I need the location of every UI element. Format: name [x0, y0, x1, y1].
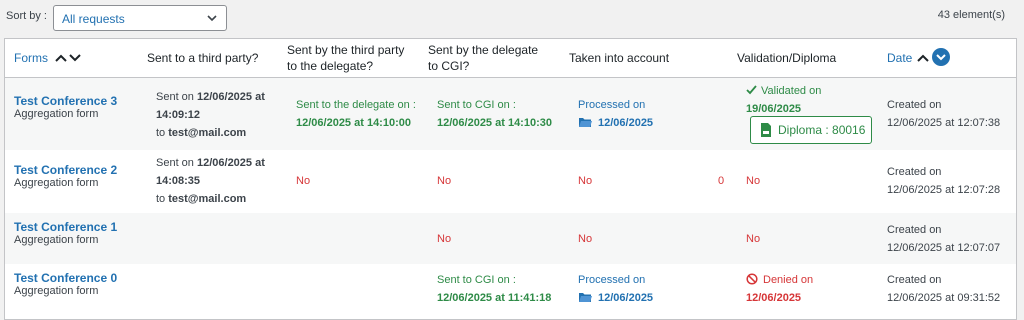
sent-to-delegate-status: No: [296, 175, 311, 187]
recipient-email: test@mail.com: [168, 127, 247, 139]
toolbar: Sort by : All requests 43 element(s): [0, 0, 1024, 36]
validated-date: 19/06/2025: [746, 103, 802, 115]
processed-info: Processed on 12/06/2025: [578, 96, 653, 132]
created-label: Created on: [887, 274, 942, 286]
table-row: Test Conference 3 Aggregation form Sent …: [5, 78, 1016, 150]
created-info: Created on 12/06/2025 at 09:31:52: [887, 271, 1000, 307]
diploma-label: Diploma : 80016: [778, 123, 866, 137]
third-party-info: Sent on 12/06/2025 at 14:08:35 to test@m…: [156, 154, 286, 208]
form-title-link[interactable]: Test Conference 3: [14, 94, 117, 108]
created-date: 12/06/2025 at 09:31:52: [887, 292, 1001, 304]
form-title-link[interactable]: Test Conference 1: [14, 220, 117, 234]
sent-to-cgi-label: Sent to CGI on :: [437, 99, 516, 111]
denied-date: 12/06/2025: [746, 292, 802, 304]
processed-label: Processed on: [578, 99, 646, 111]
deny-icon: [746, 273, 758, 285]
diploma-button[interactable]: Diploma : 80016: [750, 116, 872, 144]
created-date: 12/06/2025 at 12:07:07: [887, 242, 1001, 254]
to-prefix: to: [156, 127, 169, 139]
sent-time: 14:09:12: [156, 109, 201, 121]
created-label: Created on: [887, 224, 942, 236]
denied-label: Denied on: [763, 274, 814, 286]
processed-count: 0: [718, 175, 725, 187]
column-sent-by-delegate-line2: to CGI?: [428, 59, 470, 73]
form-title-link[interactable]: Test Conference 0: [14, 271, 117, 285]
validation-info: Denied on 12/06/2025: [746, 271, 813, 307]
third-party-info: Sent on 12/06/2025 at 14:09:12 to test@m…: [156, 88, 286, 142]
created-info: Created on 12/06/2025 at 12:07:07: [887, 221, 1000, 257]
column-sent-by-third-line2: to the delegate?: [287, 59, 374, 73]
sent-to-cgi-info: Sent to CGI on : 12/06/2025 at 11:41:18: [437, 271, 551, 307]
processed-info: Processed on 12/06/2025: [578, 271, 653, 307]
sent-on-prefix: Sent on: [156, 91, 197, 103]
sent-date: 12/06/2025 at: [196, 91, 265, 103]
sort-select-value: All requests: [62, 12, 125, 26]
folder-icon: [579, 118, 592, 127]
validation-status: No: [746, 175, 761, 187]
form-subtitle: Aggregation form: [14, 234, 99, 246]
sent-to-cgi-date: 12/06/2025 at 11:41:18: [437, 292, 552, 304]
column-forms[interactable]: Forms: [14, 50, 48, 66]
forms-sort-controls[interactable]: [54, 51, 82, 65]
sort-up-icon[interactable]: [54, 51, 68, 65]
sent-time: 14:08:35: [156, 175, 201, 187]
created-info: Created on 12/06/2025 at 12:07:38: [887, 96, 1000, 132]
table-header: Forms Sent to a third party? Sent by the…: [5, 39, 1016, 78]
recipient-email: test@mail.com: [168, 193, 247, 205]
sent-to-cgi-info: Sent to CGI on : 12/06/2025 at 14:10:30: [437, 96, 552, 132]
created-date: 12/06/2025 at 12:07:38: [887, 117, 1001, 129]
validated-label: Validated on: [761, 85, 822, 97]
table-row: Test Conference 0 Aggregation form Sent …: [5, 264, 1016, 319]
folder-icon: [579, 293, 592, 302]
sent-to-cgi-status: No: [437, 175, 452, 187]
to-prefix: to: [156, 193, 169, 205]
processed-status: No: [578, 233, 593, 245]
created-label: Created on: [887, 99, 942, 111]
processed-status: No: [578, 175, 593, 187]
processed-label: Processed on: [578, 274, 646, 286]
element-count: 43 element(s): [937, 9, 1005, 21]
column-date[interactable]: Date: [887, 50, 912, 66]
sent-on-prefix: Sent on: [156, 157, 197, 169]
created-label: Created on: [887, 166, 942, 178]
sent-to-cgi-label: Sent to CGI on :: [437, 274, 516, 286]
form-subtitle: Aggregation form: [14, 285, 99, 297]
created-info: Created on 12/06/2025 at 12:07:28: [887, 163, 1000, 199]
form-subtitle: Aggregation form: [14, 177, 99, 189]
sent-date: 12/06/2025 at: [196, 157, 265, 169]
column-sent-third-party: Sent to a third party?: [147, 51, 259, 65]
sort-select[interactable]: All requests: [53, 5, 227, 31]
processed-date: 12/06/2025: [598, 292, 654, 304]
table-row: Test Conference 2 Aggregation form Sent …: [5, 150, 1016, 213]
sent-to-cgi-date: 12/06/2025 at 14:10:30: [437, 117, 552, 129]
requests-table: Forms Sent to a third party? Sent by the…: [4, 38, 1017, 320]
created-date: 12/06/2025 at 12:07:28: [887, 184, 1001, 196]
validation-info: Validated on 19/06/2025: [746, 82, 821, 118]
sort-down-icon[interactable]: [68, 51, 82, 65]
chevron-down-icon: [207, 15, 217, 22]
processed-date: 12/06/2025: [598, 117, 654, 129]
sort-up-icon[interactable]: [916, 51, 930, 65]
column-validation: Validation/Diploma: [737, 51, 837, 65]
table-row: Test Conference 1 Aggregation form No No…: [5, 213, 1016, 264]
sent-to-cgi-status: No: [437, 233, 452, 245]
form-title-link[interactable]: Test Conference 2: [14, 163, 117, 177]
column-sent-by-third-line1: Sent by the third party: [287, 43, 405, 57]
form-subtitle: Aggregation form: [14, 108, 99, 120]
sent-to-delegate-label: Sent to the delegate on :: [296, 99, 416, 111]
date-sort-up[interactable]: [916, 51, 930, 65]
column-taken-into-account: Taken into account: [569, 51, 670, 65]
sort-label: Sort by :: [6, 10, 47, 22]
sent-to-delegate-info: Sent to the delegate on : 12/06/2025 at …: [296, 96, 416, 132]
validation-status: No: [746, 233, 761, 245]
sent-to-delegate-date: 12/06/2025 at 14:10:00: [296, 117, 411, 129]
check-icon: [746, 85, 757, 95]
column-sent-by-delegate-line1: Sent by the delegate: [428, 43, 539, 57]
circle-chevron-down-icon[interactable]: [932, 48, 950, 66]
pdf-icon: [761, 123, 771, 137]
